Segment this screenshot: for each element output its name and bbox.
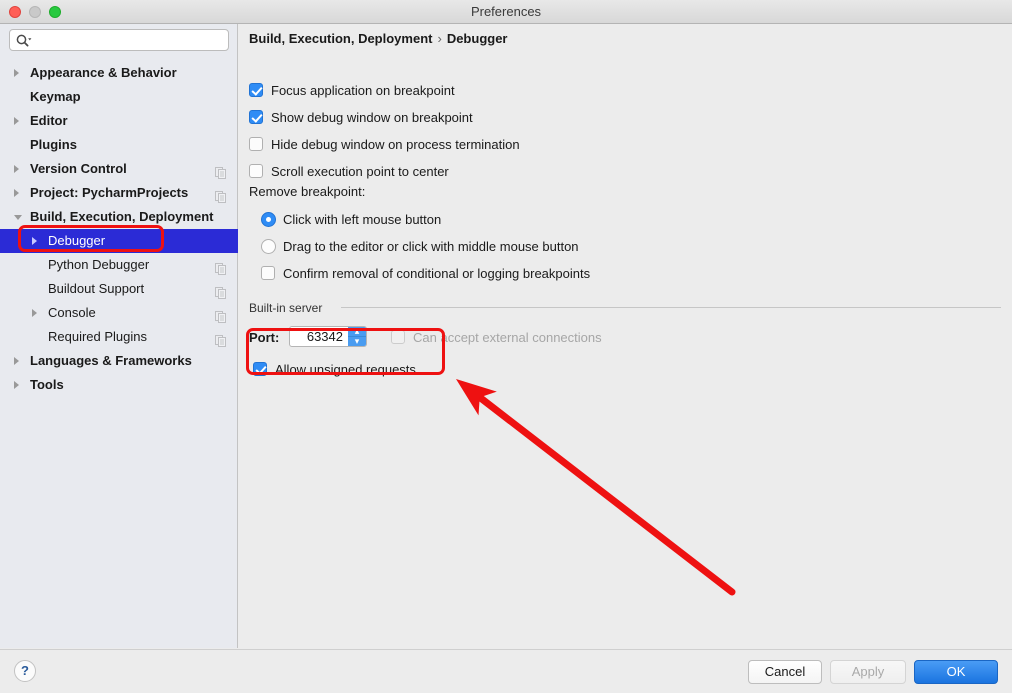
- section-divider: [341, 307, 1001, 308]
- port-label: Port:: [249, 330, 280, 345]
- sidebar-item-label: Build, Execution, Deployment: [30, 209, 214, 224]
- chevron-right-icon[interactable]: [32, 309, 37, 317]
- sidebar-item-python-debugger[interactable]: Python Debugger: [0, 253, 238, 277]
- chevron-right-icon[interactable]: [14, 69, 19, 77]
- sidebar-item-label: Languages & Frameworks: [30, 353, 192, 368]
- breadcrumb: Build, Execution, Deployment › Debugger: [249, 31, 507, 46]
- sidebar-item-label: Keymap: [30, 89, 81, 104]
- sidebar-item-languages-frameworks[interactable]: Languages & Frameworks: [0, 349, 238, 373]
- sidebar-item-label: Python Debugger: [48, 257, 150, 272]
- sidebar-item-build-execution-deployment[interactable]: Build, Execution, Deployment: [0, 205, 238, 229]
- port-decrement-icon[interactable]: ▾: [348, 337, 366, 346]
- window-title-bar: Preferences: [0, 0, 1012, 24]
- sidebar-item-console[interactable]: Console: [0, 301, 238, 325]
- breadcrumb-separator-icon: ›: [437, 31, 442, 46]
- radio-label: Drag to the editor or click with middle …: [283, 239, 579, 254]
- allow-unsigned-label: Allow unsigned requests: [275, 362, 416, 377]
- chevron-right-icon[interactable]: [14, 165, 19, 173]
- sidebar-item-keymap[interactable]: Keymap: [0, 85, 238, 109]
- builtin-server-section-title: Built-in server: [249, 301, 323, 315]
- radio-button[interactable]: [261, 239, 276, 254]
- sidebar-item-appearance-behavior[interactable]: Appearance & Behavior: [0, 61, 238, 85]
- sidebar-item-editor[interactable]: Editor: [0, 109, 238, 133]
- remove-breakpoint-label: Remove breakpoint:: [249, 184, 366, 199]
- copy-settings-icon[interactable]: [215, 259, 226, 275]
- breadcrumb-root[interactable]: Build, Execution, Deployment: [249, 31, 432, 46]
- copy-settings-icon[interactable]: [215, 283, 226, 299]
- sidebar-item-label: Project: PycharmProjects: [30, 185, 189, 200]
- help-button[interactable]: ?: [14, 660, 36, 682]
- checkbox-label: Show debug window on breakpoint: [271, 110, 473, 125]
- chevron-right-icon[interactable]: [14, 189, 19, 197]
- port-spinner[interactable]: ▴ ▾: [289, 326, 367, 347]
- external-connections-label: Can accept external connections: [413, 330, 602, 345]
- search-icon: [16, 34, 32, 48]
- chevron-right-icon[interactable]: [14, 117, 19, 125]
- dialog-footer: ? Cancel Apply OK: [0, 649, 1012, 693]
- checkbox-label: Hide debug window on process termination: [271, 137, 520, 152]
- sidebar-item-label: Version Control: [30, 161, 127, 176]
- chevron-down-icon[interactable]: [14, 215, 22, 220]
- checkbox[interactable]: [249, 137, 263, 151]
- sidebar-item-plugins[interactable]: Plugins: [0, 133, 238, 157]
- search-field[interactable]: [9, 29, 229, 51]
- checkbox[interactable]: [249, 83, 263, 97]
- search-field-wrapper: [9, 29, 229, 51]
- sidebar-item-label: Buildout Support: [48, 281, 145, 296]
- settings-tree: Appearance & Behavior Keymap Editor Plugins…: [0, 61, 238, 397]
- sidebar-item-label: Editor: [30, 113, 68, 128]
- radio-label: Click with left mouse button: [283, 212, 442, 227]
- checkbox[interactable]: [249, 164, 263, 178]
- allow-unsigned-checkbox[interactable]: [253, 362, 267, 376]
- sidebar-item-project-pycharmprojects[interactable]: Project: PycharmProjects: [0, 181, 238, 205]
- checkbox-label: Focus application on breakpoint: [271, 83, 455, 98]
- apply-button[interactable]: Apply: [830, 660, 906, 684]
- sidebar-item-label: Debugger: [48, 233, 106, 248]
- window-title: Preferences: [470, 4, 542, 19]
- breadcrumb-leaf: Debugger: [446, 31, 508, 46]
- confirm-removal-checkbox[interactable]: [261, 266, 275, 280]
- cancel-button[interactable]: Cancel: [748, 660, 822, 684]
- chevron-right-icon[interactable]: [14, 357, 19, 365]
- confirm-removal-label: Confirm removal of conditional or loggin…: [283, 266, 591, 281]
- preferences-window: Preferences Appearance & Behavior Keymap E…: [0, 0, 1012, 693]
- checkbox[interactable]: [249, 110, 263, 124]
- sidebar-item-required-plugins[interactable]: Required Plugins: [0, 325, 238, 349]
- ok-button[interactable]: OK: [914, 660, 998, 684]
- sidebar-item-label: Console: [48, 305, 96, 320]
- sidebar-item-label: Appearance & Behavior: [30, 65, 177, 80]
- sidebar-item-tools[interactable]: Tools: [0, 373, 238, 397]
- radio-button[interactable]: [261, 212, 276, 227]
- settings-sidebar: Appearance & Behavior Keymap Editor Plugins…: [0, 24, 238, 648]
- sidebar-item-label: Required Plugins: [48, 329, 148, 344]
- copy-settings-icon[interactable]: [215, 187, 226, 203]
- port-input[interactable]: [290, 327, 348, 346]
- sidebar-item-buildout-support[interactable]: Buildout Support: [0, 277, 238, 301]
- settings-detail-panel: Build, Execution, Deployment › Debugger Fo…: [239, 24, 1012, 648]
- chevron-right-icon[interactable]: [32, 237, 37, 245]
- sidebar-item-label: Plugins: [30, 137, 77, 152]
- sidebar-item-version-control[interactable]: Version Control: [0, 157, 238, 181]
- search-input[interactable]: [36, 30, 226, 50]
- sidebar-item-debugger[interactable]: Debugger: [0, 229, 238, 253]
- copy-settings-icon[interactable]: [215, 331, 226, 347]
- external-connections-checkbox: [391, 330, 405, 344]
- checkbox-label: Scroll execution point to center: [271, 164, 449, 179]
- port-stepper: ▴ ▾: [348, 327, 366, 346]
- copy-settings-icon[interactable]: [215, 163, 226, 179]
- copy-settings-icon[interactable]: [215, 307, 226, 323]
- sidebar-item-label: Tools: [30, 377, 64, 392]
- chevron-right-icon[interactable]: [14, 381, 19, 389]
